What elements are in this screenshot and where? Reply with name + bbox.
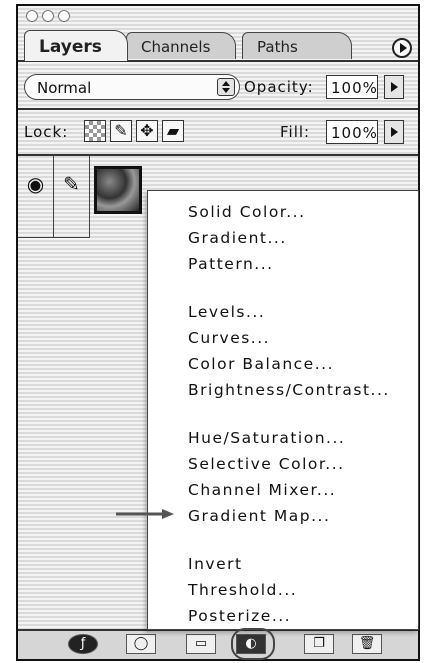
mask-icon[interactable]: ◯ (126, 634, 156, 654)
blend-mode-value: Normal (37, 79, 92, 97)
panel-bottom-bar: ƒ ◯ ▭ ◐ ❐ 🗑 (18, 629, 418, 659)
opacity-slider-arrow-icon[interactable] (384, 75, 404, 99)
menu-item-pattern[interactable]: Pattern... (188, 255, 274, 273)
menu-item-selective-color[interactable]: Selective Color... (188, 455, 345, 473)
title-bar (18, 6, 418, 26)
tab-paths[interactable]: Paths (242, 32, 352, 59)
eye-icon[interactable]: ◉ (18, 156, 54, 238)
menu-item-brightness-contrast[interactable]: Brightness/Contrast... (188, 381, 390, 399)
menu-item-channel-mixer[interactable]: Channel Mixer... (188, 481, 336, 499)
menu-item-threshold[interactable]: Threshold... (188, 581, 297, 599)
opacity-label: Opacity: (244, 78, 314, 96)
lock-label: Lock: (24, 123, 69, 141)
callout-arrow-icon (116, 509, 174, 519)
checker-icon[interactable] (84, 120, 106, 142)
zoom-window-button[interactable] (58, 10, 70, 22)
layer-style-icon[interactable]: ƒ (68, 634, 98, 654)
opacity-field[interactable]: 100% (326, 75, 378, 99)
tab-layers[interactable]: Layers (24, 30, 128, 61)
minimize-window-button[interactable] (42, 10, 54, 22)
lock-icon[interactable]: ▰ (162, 120, 184, 142)
menu-item-solid-color[interactable]: Solid Color... (188, 203, 306, 221)
blend-mode-stepper-icon[interactable] (217, 78, 235, 96)
folder-icon[interactable]: ▭ (186, 634, 216, 654)
brush-icon[interactable]: ✎ (110, 120, 132, 142)
menu-item-gradient[interactable]: Gradient... (188, 229, 287, 247)
new-layer-icon[interactable]: ❐ (304, 634, 334, 654)
adjustment-layer-menu: Solid Color... Gradient... Pattern... Le… (147, 190, 419, 630)
fill-label: Fill: (280, 123, 311, 141)
move-icon[interactable]: ✥ (136, 120, 158, 142)
menu-item-levels[interactable]: Levels... (188, 303, 265, 321)
menu-item-invert[interactable]: Invert (188, 555, 243, 573)
tab-channels[interactable]: Channels (126, 32, 236, 59)
menu-item-posterize[interactable]: Posterize... (188, 607, 291, 625)
close-window-button[interactable] (26, 10, 38, 22)
menu-item-gradient-map[interactable]: Gradient Map... (188, 507, 330, 525)
menu-item-hue-saturation[interactable]: Hue/Saturation... (188, 429, 345, 447)
fill-slider-arrow-icon[interactable] (384, 120, 404, 144)
highlight-circle (231, 628, 275, 660)
fill-field[interactable]: 100% (326, 120, 378, 144)
menu-item-color-balance[interactable]: Color Balance... (188, 355, 334, 373)
panel-menu-arrow-icon[interactable] (392, 38, 412, 58)
tab-row: Layers Channels Paths (18, 26, 418, 62)
lock-row: Lock: ✎ ✥ ▰ Fill: 100% (18, 110, 418, 156)
blend-row: Normal Opacity: 100% (18, 62, 418, 110)
blend-mode-select[interactable]: Normal (24, 74, 240, 100)
menu-item-curves[interactable]: Curves... (188, 329, 270, 347)
brush-icon[interactable]: ✎ (54, 156, 90, 238)
trash-icon[interactable]: 🗑 (352, 634, 382, 654)
layer-thumbnail[interactable] (94, 166, 142, 214)
